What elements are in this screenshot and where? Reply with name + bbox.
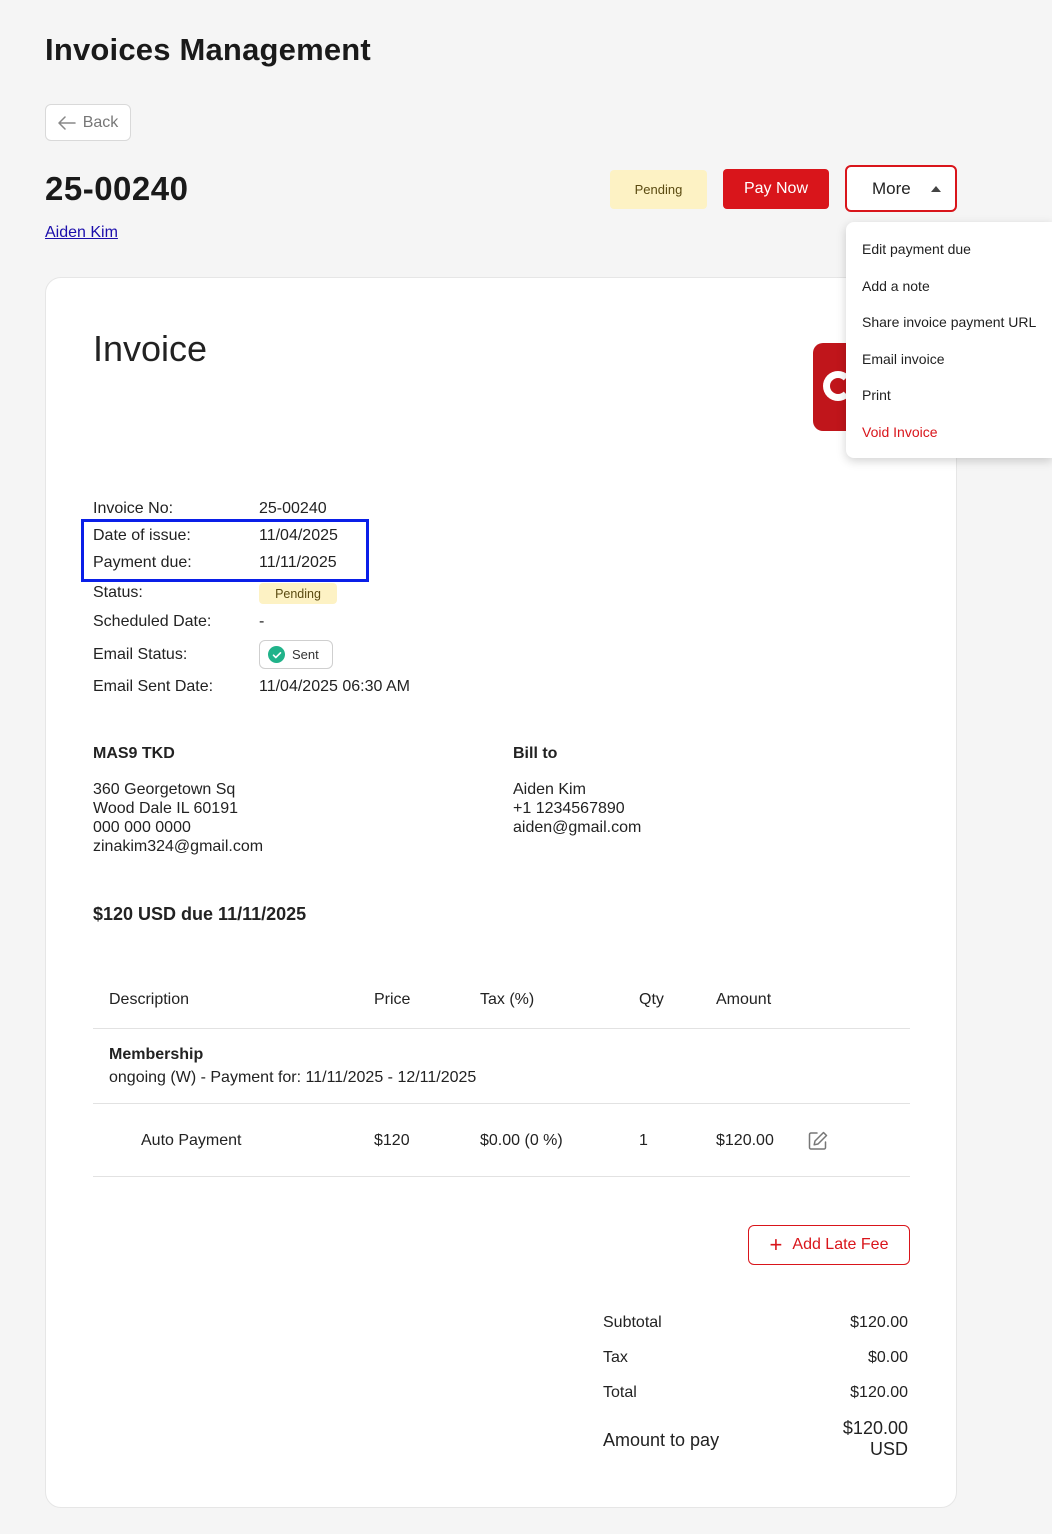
menu-item-email-invoice[interactable]: Email invoice: [862, 351, 944, 367]
from-name: MAS9 TKD: [93, 745, 175, 762]
back-button-label: Back: [82, 113, 119, 131]
more-button[interactable]: More: [845, 165, 957, 212]
arrow-left-icon: [57, 115, 76, 130]
invoice-number-heading: 25-00240: [45, 170, 189, 207]
pay-now-button[interactable]: Pay Now: [723, 169, 829, 209]
tax-value: $0.00: [867, 1349, 908, 1366]
page-title: Invoices Management: [45, 32, 371, 67]
column-header-tax: Tax (%): [480, 991, 535, 1008]
email-status-value: Sent: [292, 647, 319, 662]
check-circle-icon: [268, 646, 285, 663]
status-label: Status:: [93, 584, 143, 601]
total-label: Total: [603, 1384, 637, 1401]
menu-item-share-payment-url[interactable]: Share invoice payment URL: [862, 314, 1036, 330]
row-amount: $120.00: [716, 1132, 774, 1149]
table-divider: [93, 1176, 910, 1177]
status-badge-small: Pending: [259, 583, 337, 604]
caret-up-icon: [931, 186, 941, 192]
amount-to-pay-number: $120.00: [842, 1418, 908, 1438]
email-status-label: Email Status:: [93, 646, 188, 663]
tax-label: Tax: [603, 1349, 628, 1366]
row-price: $120: [374, 1132, 410, 1149]
back-button[interactable]: Back: [45, 104, 131, 141]
table-divider: [93, 1103, 910, 1104]
client-link[interactable]: Aiden Kim: [45, 224, 118, 242]
amount-to-pay-label: Amount to pay: [603, 1430, 720, 1450]
bill-to-name: Aiden Kim: [513, 781, 586, 798]
scheduled-date-value: -: [259, 613, 265, 630]
column-header-price: Price: [374, 991, 411, 1008]
menu-item-add-note[interactable]: Add a note: [862, 278, 930, 294]
total-value: $120.00: [850, 1384, 908, 1401]
highlight-box: [81, 519, 369, 582]
from-email: zinakim324@gmail.com: [93, 838, 264, 855]
column-header-description: Description: [109, 991, 190, 1008]
row-tax: $0.00 (0 %): [480, 1132, 563, 1149]
from-phone: 000 000 0000: [93, 819, 191, 836]
invoice-heading: Invoice: [93, 328, 208, 369]
table-divider: [93, 1028, 910, 1029]
from-address-line: Wood Dale IL 60191: [93, 800, 238, 817]
bill-to-heading: Bill to: [513, 745, 558, 762]
email-sent-date-value: 11/04/2025 06:30 AM: [259, 678, 410, 695]
row-qty: 1: [639, 1132, 648, 1149]
menu-item-print[interactable]: Print: [862, 387, 891, 403]
invoice-no-label: Invoice No:: [93, 500, 174, 517]
scheduled-date-label: Scheduled Date:: [93, 613, 212, 630]
amount-due-summary: $120 USD due 11/11/2025: [93, 904, 307, 924]
plus-icon: +: [769, 1232, 783, 1257]
column-header-qty: Qty: [639, 991, 664, 1008]
add-late-fee-button[interactable]: + Add Late Fee: [748, 1225, 910, 1265]
bill-to-email: aiden@gmail.com: [513, 819, 642, 836]
line-group-subtitle: ongoing (W) - Payment for: 11/11/2025 - …: [109, 1069, 477, 1086]
bill-to-phone: +1 1234567890: [513, 800, 625, 817]
invoice-no-value: 25-00240: [259, 500, 327, 517]
invoice-card: Invoice Invoice No: 25-00240 Date of iss…: [45, 277, 957, 1508]
add-late-fee-label: Add Late Fee: [792, 1236, 889, 1253]
subtotal-value: $120.00: [850, 1314, 908, 1331]
email-sent-date-label: Email Sent Date:: [93, 678, 214, 695]
column-header-amount: Amount: [716, 991, 772, 1008]
more-button-label: More: [872, 178, 911, 198]
edit-icon[interactable]: [807, 1130, 829, 1152]
more-actions-menu: Edit payment due Add a note Share invoic…: [846, 222, 1052, 458]
row-description: Auto Payment: [141, 1132, 242, 1149]
menu-item-edit-payment-due[interactable]: Edit payment due: [862, 241, 971, 257]
status-badge: Pending: [610, 170, 707, 209]
amount-to-pay-value: $120.00 USD: [843, 1418, 908, 1460]
subtotal-label: Subtotal: [603, 1314, 662, 1331]
menu-item-void-invoice[interactable]: Void Invoice: [862, 424, 938, 440]
amount-to-pay-currency: USD: [869, 1439, 908, 1459]
line-group-title: Membership: [109, 1046, 204, 1063]
from-address-line: 360 Georgetown Sq: [93, 781, 236, 798]
email-status-badge: Sent: [259, 640, 333, 669]
